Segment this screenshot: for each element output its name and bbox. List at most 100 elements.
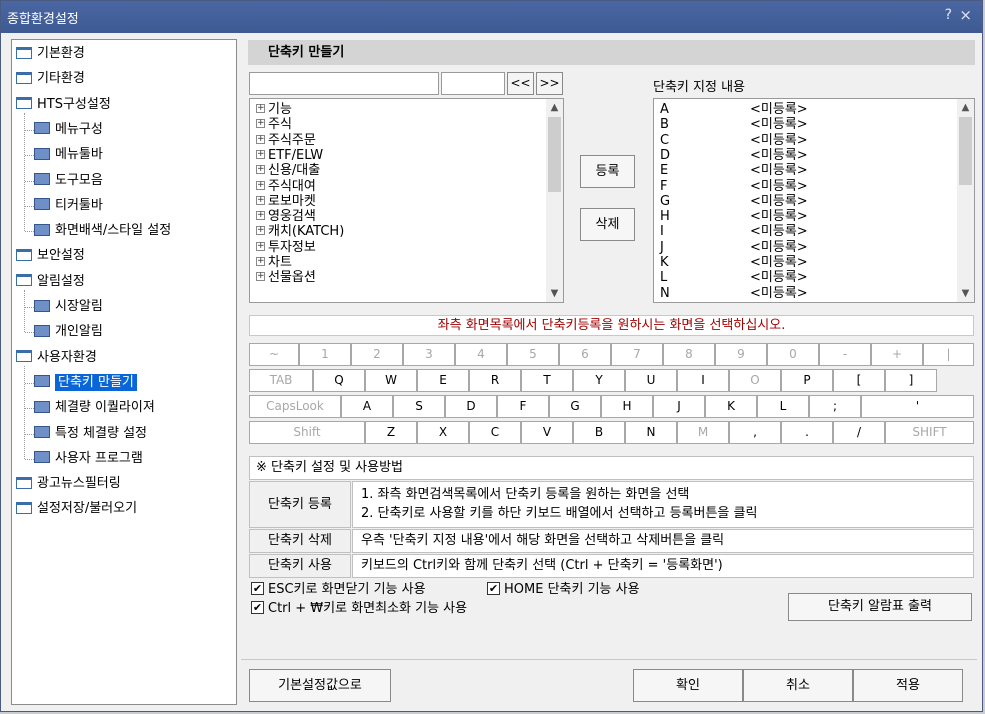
mapping-key[interactable]: A xyxy=(660,103,680,116)
expand-plus-icon[interactable]: + xyxy=(256,272,265,282)
tree-item[interactable]: 설정저장/불러오기 xyxy=(16,498,137,519)
screen-list[interactable]: + 기능 + 주식 + 주식주문 + ETF/ELW + 신용/대출 + 주식대여 + 로보마켓 + 영웅검색… xyxy=(249,98,564,303)
mapping-key[interactable]: J xyxy=(660,241,680,254)
screen-list-item[interactable]: + 투자정보 xyxy=(256,241,316,254)
mapping-key[interactable]: H xyxy=(660,210,680,223)
esc-close-checkbox[interactable]: ✔ xyxy=(251,582,264,595)
expand-plus-icon[interactable]: + xyxy=(256,165,265,175)
tree-item[interactable]: HTS구성설정 xyxy=(16,94,111,115)
tree-item[interactable]: 체결량 이퀄라이져 xyxy=(34,397,155,418)
key-button[interactable]: B xyxy=(573,421,625,444)
prev-button[interactable]: << xyxy=(507,72,534,95)
tree-item[interactable]: 사용자환경 xyxy=(16,347,97,368)
mapping-list-scrollbar[interactable]: ▲ ▼ xyxy=(957,99,974,302)
register-button[interactable]: 등록 xyxy=(580,155,635,188)
screen-list-item[interactable]: + 주식 xyxy=(256,118,292,131)
key-button[interactable]: J xyxy=(653,395,705,418)
mapping-value[interactable]: <미등록> xyxy=(750,225,808,238)
restore-defaults-button[interactable]: 기본설정값으로 xyxy=(249,669,391,702)
mapping-value[interactable]: <미등록> xyxy=(750,134,808,147)
key-button[interactable]: ] xyxy=(885,369,937,392)
key-button[interactable]: V xyxy=(521,421,573,444)
screen-list-item[interactable]: + 로보마켓 xyxy=(256,195,316,208)
mapping-key[interactable]: N xyxy=(660,287,680,300)
expand-plus-icon[interactable]: + xyxy=(256,149,265,159)
mapping-key[interactable]: C xyxy=(660,134,680,147)
screen-list-item[interactable]: + 선물옵션 xyxy=(256,271,316,284)
screen-search-input[interactable] xyxy=(249,72,439,95)
search-aux-field[interactable] xyxy=(441,72,505,95)
screen-list-item[interactable]: + 캐치(KATCH) xyxy=(256,225,344,238)
key-button[interactable]: / xyxy=(833,421,885,444)
tree-item[interactable]: 메뉴구성 xyxy=(34,119,103,140)
screen-list-item[interactable]: + 신용/대출 xyxy=(256,164,320,177)
expand-plus-icon[interactable]: + xyxy=(256,211,265,221)
key-button[interactable]: . xyxy=(781,421,833,444)
expand-plus-icon[interactable]: + xyxy=(256,226,265,236)
scroll-down-icon[interactable]: ▼ xyxy=(546,285,563,302)
tree-item[interactable]: 시장알림 xyxy=(34,296,103,317)
esc-close-option[interactable]: ✔ ESC키로 화면닫기 기능 사용 xyxy=(251,582,426,598)
mapping-value[interactable]: <미등록> xyxy=(750,149,808,162)
expand-plus-icon[interactable]: + xyxy=(256,119,265,129)
screen-list-item[interactable]: + 차트 xyxy=(256,256,292,269)
next-button[interactable]: >> xyxy=(536,72,563,95)
cancel-button[interactable]: 취소 xyxy=(743,669,853,702)
title-bar[interactable]: 종합환경설정 ? × xyxy=(1,1,982,33)
mapping-key[interactable]: E xyxy=(660,164,680,177)
key-button[interactable]: ' xyxy=(861,395,974,418)
delete-button[interactable]: 삭제 xyxy=(580,208,635,241)
key-button[interactable]: P xyxy=(781,369,833,392)
help-icon[interactable]: ? xyxy=(945,7,952,23)
expand-plus-icon[interactable]: + xyxy=(256,180,265,190)
mapping-value[interactable]: <미등록> xyxy=(750,271,808,284)
mapping-key[interactable]: D xyxy=(660,149,680,162)
key-button[interactable]: ; xyxy=(809,395,861,418)
screen-list-item[interactable]: + 주식대여 xyxy=(256,180,316,193)
key-button[interactable]: T xyxy=(521,369,573,392)
key-button[interactable]: A xyxy=(341,395,393,418)
key-button[interactable]: G xyxy=(549,395,601,418)
key-button[interactable]: Y xyxy=(573,369,625,392)
mapping-key[interactable]: L xyxy=(660,271,680,284)
screen-list-item[interactable]: + 주식주문 xyxy=(256,134,316,147)
tree-item[interactable]: 도구모음 xyxy=(34,170,103,191)
mapping-value[interactable]: <미등록> xyxy=(750,118,808,131)
mapping-value[interactable]: <미등록> xyxy=(750,164,808,177)
key-button[interactable]: K xyxy=(705,395,757,418)
key-button[interactable]: W xyxy=(365,369,417,392)
key-button[interactable]: C xyxy=(469,421,521,444)
mapping-value[interactable]: <미등록> xyxy=(750,241,808,254)
mapping-key[interactable]: K xyxy=(660,256,680,269)
scroll-up-icon[interactable]: ▲ xyxy=(546,99,563,116)
tree-item[interactable]: 사용자 프로그램 xyxy=(34,448,143,469)
tree-item[interactable]: 기본환경 xyxy=(16,43,85,64)
home-key-option[interactable]: ✔ HOME 단축키 기능 사용 xyxy=(487,582,640,598)
print-shortcut-table-button[interactable]: 단축키 알람표 출력 xyxy=(788,593,972,621)
expand-plus-icon[interactable]: + xyxy=(256,195,265,205)
tree-item[interactable]: 광고뉴스필터링 xyxy=(16,473,121,494)
mapping-value[interactable]: <미등록> xyxy=(750,195,808,208)
scroll-thumb[interactable] xyxy=(959,117,972,185)
expand-plus-icon[interactable]: + xyxy=(256,104,265,113)
apply-button[interactable]: 적용 xyxy=(853,669,963,702)
ok-button[interactable]: 확인 xyxy=(633,669,743,702)
key-button[interactable]: N xyxy=(625,421,677,444)
tree-item[interactable]: 알림설정 xyxy=(16,271,85,292)
screen-list-item[interactable]: + 영웅검색 xyxy=(256,210,316,223)
ctrl-won-option[interactable]: ✔ Ctrl + ₩키로 화면최소화 기능 사용 xyxy=(251,601,467,617)
key-button[interactable]: L xyxy=(757,395,809,418)
home-key-checkbox[interactable]: ✔ xyxy=(487,582,500,595)
tree-item[interactable]: 개인알림 xyxy=(34,321,103,342)
screen-list-scrollbar[interactable]: ▲ ▼ xyxy=(546,99,563,302)
key-button[interactable]: U xyxy=(625,369,677,392)
mapping-value[interactable]: <미등록> xyxy=(750,256,808,269)
tree-item[interactable]: 메뉴툴바 xyxy=(34,144,103,165)
mapping-value[interactable]: <미등록> xyxy=(750,180,808,193)
screen-list-item[interactable]: + 기능 xyxy=(256,103,292,116)
key-button[interactable]: D xyxy=(445,395,497,418)
key-button[interactable]: H xyxy=(601,395,653,418)
tree-item[interactable]: 보안설정 xyxy=(16,245,85,266)
scroll-up-icon[interactable]: ▲ xyxy=(957,99,974,116)
key-button[interactable]: F xyxy=(497,395,549,418)
